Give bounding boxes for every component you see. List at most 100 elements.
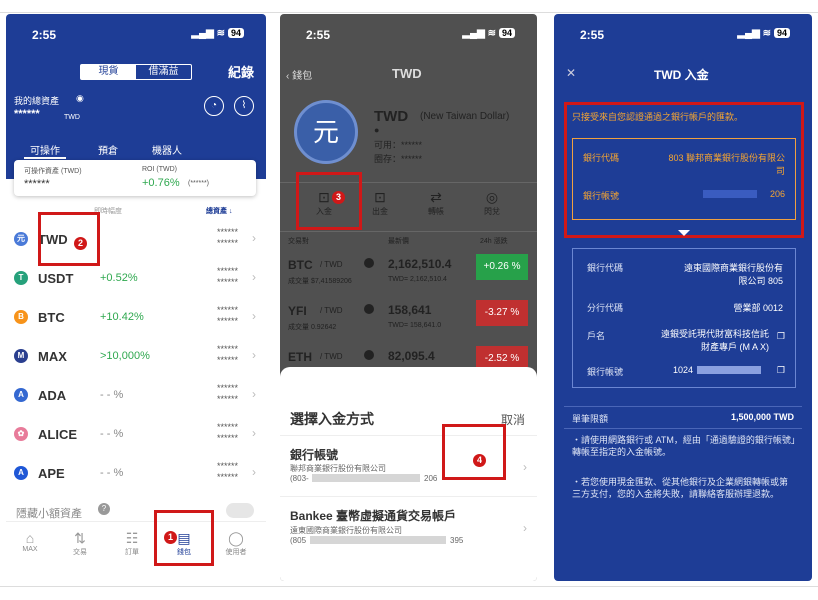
option-bank: 聯邦商業銀行股份有限公司: [290, 464, 386, 473]
coin-change: >10,000%: [100, 350, 150, 362]
coin-row[interactable]: A ADA - - % ****** ****** ›: [6, 376, 266, 415]
col-total[interactable]: 總資產 ↓: [206, 206, 232, 216]
nav-order[interactable]: ☷ 訂單: [112, 530, 152, 557]
hide-small-label: 隱藏小額資產: [16, 508, 82, 520]
pair-row[interactable]: YFI / TWD 成交量 0.92642 158,641 TWD= 158,6…: [280, 294, 537, 338]
info-icon[interactable]: ●: [374, 125, 379, 135]
chevron-right-icon: ›: [252, 270, 256, 284]
tab-position[interactable]: 預倉: [92, 142, 124, 159]
pie-chart-icon[interactable]: ◔: [204, 96, 224, 116]
back-button[interactable]: ‹ 錢包: [286, 67, 312, 82]
note-1: ・請使用網路銀行或 ATM，經由「通過驗證的銀行帳號」轉帳至指定的入金帳號。: [572, 435, 796, 457]
record-link[interactable]: 紀錄: [228, 62, 254, 81]
pair-quote: / TWD: [320, 260, 343, 269]
coin-total: ****** ******: [216, 266, 238, 287]
divider: [564, 406, 802, 407]
copy-icon[interactable]: ❐: [777, 331, 785, 342]
tab-spot[interactable]: 現貨: [81, 65, 136, 79]
signal-icon: ▂▄▆ ≋ 94: [191, 28, 244, 39]
status-bar: 2:55 ▂▄▆ ≋ 94: [280, 14, 537, 48]
swap-icon: ◎: [485, 189, 499, 205]
coin-change: - - %: [100, 389, 124, 401]
pair-base: BTC: [288, 258, 313, 272]
trend-chart-icon[interactable]: ⌇: [234, 96, 254, 116]
option-account: (803-: [290, 474, 309, 483]
option-account-tail: 395: [450, 536, 464, 545]
coin-row[interactable]: ✿ ALICE - - % ****** ****** ›: [6, 415, 266, 454]
limit-label: 單筆限額: [572, 414, 609, 424]
close-icon[interactable]: ✕: [566, 66, 576, 80]
transfer-button[interactable]: ⇄ 轉帳: [414, 189, 458, 217]
market-segment[interactable]: 現貨 借滿益: [80, 64, 192, 80]
withdraw-icon: ⊡: [374, 189, 386, 205]
hide-small-toggle[interactable]: [226, 503, 254, 518]
twd-deposit-screen: 2:55 ▂▄▆ ≋ 94 ✕ TWD 入金 只接受來自您認證通過之銀行帳戶的匯款…: [554, 14, 812, 581]
option-bankee[interactable]: Bankee 臺幣虛擬通貨交易帳戶 遠東國際商業銀行股份有限公司 (805 39…: [280, 503, 537, 553]
account-name-value: 遠銀受託現代財富科技信託財產專戶 (M A X): [660, 329, 769, 352]
coin-change: +0.52%: [100, 272, 138, 284]
coin-icon: ✿: [14, 427, 28, 441]
order-icon: ☷: [125, 530, 139, 546]
step-badge-2: 2: [74, 237, 87, 250]
pair-icon: [364, 304, 374, 314]
page-title: TWD 入金: [654, 68, 709, 82]
total-asset-label: 我的總資產: [14, 96, 60, 106]
help-icon[interactable]: ?: [98, 503, 110, 515]
coin-total: ****** ******: [216, 344, 238, 365]
pair-price: 82,095.4: [388, 349, 435, 363]
nav-user[interactable]: ◯ 使用者: [216, 530, 256, 557]
coin-symbol: USDT: [38, 271, 74, 286]
coin-symbol: ALICE: [38, 427, 77, 442]
signal-icon: ▂▄▆ ≋ 94: [737, 28, 790, 39]
coin-row[interactable]: B BTC +10.42% ****** ****** ›: [6, 298, 266, 337]
battery-icon: 94: [498, 28, 515, 38]
status-bar: 2:55 ▂▄▆ ≋ 94: [554, 14, 812, 48]
status-time: 2:55: [32, 28, 57, 42]
pair-row[interactable]: BTC / TWD 成交量 $7,41589206 2,162,510.4 TW…: [280, 248, 537, 292]
pair-quote: / TWD: [320, 352, 343, 361]
roi-sub: (******): [188, 180, 210, 187]
coin-symbol: APE: [38, 466, 65, 481]
arrow-down-icon: [678, 230, 690, 236]
coin-row[interactable]: M MAX >10,000% ****** ****** ›: [6, 337, 266, 376]
coin-total: ****** ******: [216, 461, 238, 482]
wallet-header: 2:55 ▂▄▆ ≋ 94 現貨 借滿益 紀錄 我的總資產 ◉ ****** TWD…: [6, 14, 266, 179]
pair-price: 158,641: [388, 303, 432, 317]
coin-symbol: ADA: [38, 388, 67, 403]
tab-robot[interactable]: 機器人: [146, 142, 188, 159]
coin-change: - - %: [100, 428, 124, 440]
eye-icon[interactable]: ◉: [76, 93, 84, 104]
status-time: 2:55: [580, 28, 605, 42]
note-2: ・若您使用現金匯款、從其他銀行及企業網銀轉帳或第三方支付，您的入金將失敗，請聯絡…: [572, 477, 789, 499]
sheet-title: 選擇入金方式: [290, 411, 374, 427]
bottom-nav: ⌂ MAX ⇅ 交易 ☷ 訂單 ▤ 錢包 ◯ 使用者: [6, 521, 266, 581]
transfer-icon: ⇄: [430, 189, 442, 205]
coin-full-name: (New Taiwan Dollar): [420, 111, 510, 122]
nav-trade[interactable]: ⇅ 交易: [60, 530, 100, 557]
coin-name: TWD: [374, 108, 409, 125]
target-bank-label: 銀行代碼: [587, 263, 624, 273]
target-account-value: 1024: [673, 365, 694, 375]
nav-max[interactable]: ⌂ MAX: [10, 530, 50, 553]
coin-row[interactable]: A APE - - % ****** ****** ›: [6, 454, 266, 493]
swap-button[interactable]: ◎ 閃兌: [470, 189, 514, 217]
trade-icon: ⇅: [74, 530, 86, 546]
coin-change: - - %: [100, 467, 124, 479]
pair-quote: / TWD: [320, 306, 343, 315]
option-bank: 遠東國際商業銀行股份有限公司: [290, 526, 402, 535]
coin-total: ****** ******: [216, 227, 238, 248]
available-balance: 可用：******: [374, 140, 423, 150]
coin-symbol: MAX: [38, 349, 67, 364]
step-badge-1: 1: [164, 531, 177, 544]
operable-asset-value: ******: [24, 178, 50, 190]
tab-margin[interactable]: 借滿益: [136, 65, 191, 79]
masked-account: [312, 474, 420, 482]
coin-total: ****** ******: [216, 383, 238, 404]
withdraw-button[interactable]: ⊡ 出金: [358, 189, 402, 217]
divider: [564, 428, 802, 429]
tab-operable[interactable]: 可操作: [24, 142, 66, 159]
copy-icon[interactable]: ❐: [777, 365, 785, 376]
total-asset-value: ******: [14, 108, 40, 120]
chevron-right-icon: ›: [252, 348, 256, 362]
user-icon: ◯: [228, 530, 244, 546]
